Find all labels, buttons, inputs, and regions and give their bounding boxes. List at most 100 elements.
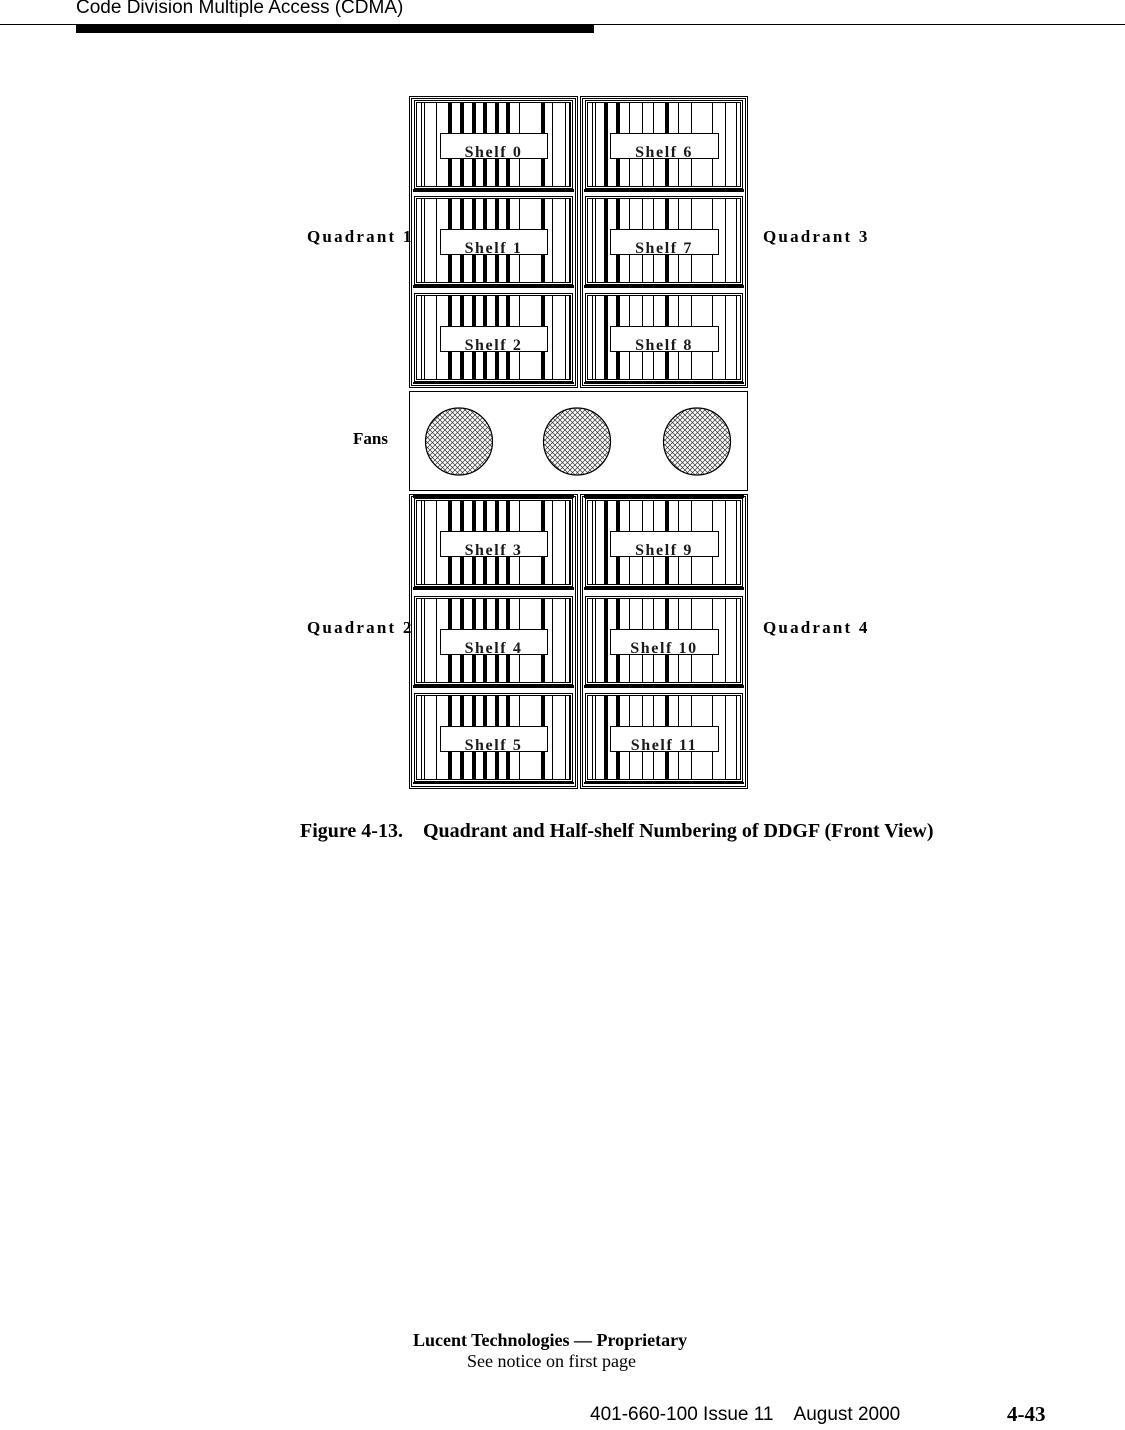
circuit-pack-slot [436,598,437,682]
circuit-pack-slot [595,295,596,379]
shelf-rail [584,189,744,192]
circuit-pack-slot [595,695,596,779]
circuit-pack-slot [604,295,608,379]
circuit-pack-slot [424,598,425,682]
circuit-pack-slot [725,295,726,379]
ddgf-front-view-figure: Shelf 0 Shelf 1 Shelf 2 Shelf 3 Shelf 4 Shelf… [307,96,870,789]
quadrant-3-label: Quadrant 3 [763,227,870,246]
circuit-pack-slot [592,102,593,186]
shelf-label: Shelf 7 [635,240,693,257]
shelf-label: Shelf 6 [635,144,693,161]
circuit-pack-slot [569,598,570,682]
figure-caption: Figure 4-13. Quadrant and Half-shelf Num… [300,820,934,842]
footer-notice: See notice on first page [467,1351,636,1371]
circuit-pack-slot [725,102,726,186]
circuit-pack-slot [604,102,608,186]
circuit-pack-slot [725,598,726,682]
circuit-pack-slot [725,695,726,779]
circuit-pack-slot [740,500,741,584]
shelf-label: Shelf 3 [465,542,523,559]
quadrant-4-label: Quadrant 4 [763,618,870,637]
circuit-pack-slot [436,102,437,186]
circuit-pack-slot [592,695,593,779]
circuit-pack-slot [552,695,553,779]
circuit-pack-slot [552,295,553,379]
circuit-pack-slot [740,695,741,779]
circuit-pack-slot [565,598,566,682]
circuit-pack-slot [740,102,741,186]
circuit-pack-slot [421,198,422,282]
circuit-pack-slot [592,598,593,682]
circuit-pack-slot [565,295,566,379]
circuit-pack-slot [569,102,570,186]
shelf-rail [584,685,744,688]
circuit-pack-slot [421,695,422,779]
circuit-pack-slot [565,695,566,779]
circuit-pack-slot [565,500,566,584]
circuit-pack-slot [740,295,741,379]
circuit-pack-slot [604,695,608,779]
circuit-pack-slot [592,500,593,584]
circuit-pack-slot [565,198,566,282]
circuit-pack-slot [604,598,608,682]
fan-icon [424,407,494,476]
circuit-pack-slot [424,295,425,379]
shelf-rail [413,495,574,498]
shelf-label: Shelf 8 [635,337,693,354]
circuit-pack-slot [552,598,553,682]
shelf-label: Shelf 11 [631,737,698,754]
circuit-pack-slot [740,198,741,282]
circuit-pack-slot [595,102,596,186]
circuit-pack-slot [736,500,737,584]
circuit-pack-slot [736,598,737,682]
footer-proprietary: Lucent Technologies — Proprietary [413,1330,688,1350]
quadrant-1-label: Quadrant 1 [307,227,414,246]
circuit-pack-slot [592,295,593,379]
shelf-rail [584,782,744,784]
shelf-label: Shelf 0 [465,144,523,161]
circuit-pack-slot [436,295,437,379]
circuit-pack-slot [436,198,437,282]
quadrant-2-label: Quadrant 2 [307,618,414,637]
fan-icon [662,407,732,476]
circuit-pack-slot [424,102,425,186]
circuit-pack-slot [569,695,570,779]
circuit-pack-slot [595,598,596,682]
circuit-pack-slot [436,500,437,584]
circuit-pack-slot [740,598,741,682]
circuit-pack-slot [436,695,437,779]
circuit-pack-slot [595,500,596,584]
circuit-pack-slot [725,198,726,282]
shelf-rail [584,587,744,590]
circuit-pack-slot [725,500,726,584]
shelf-label: Shelf 2 [465,337,523,354]
circuit-pack-slot [736,695,737,779]
shelf-rail [413,685,574,688]
circuit-pack-slot [569,198,570,282]
circuit-pack-slot [552,102,553,186]
circuit-pack-slot [552,198,553,282]
circuit-pack-slot [421,102,422,186]
circuit-pack-slot [569,500,570,584]
shelf-rail [413,285,574,288]
circuit-pack-slot [565,102,566,186]
shelf-rail [413,189,574,192]
shelf-label: Shelf 1 [465,240,523,257]
shelf-rail [413,782,574,784]
circuit-pack-slot [736,198,737,282]
fan-icon [542,407,612,476]
circuit-pack-slot [421,598,422,682]
circuit-pack-slot [424,695,425,779]
circuit-pack-slot [424,198,425,282]
shelf-rail [584,382,744,384]
circuit-pack-slot [552,500,553,584]
circuit-pack-slot [604,500,608,584]
shelf-label: Shelf 5 [465,737,523,754]
shelf-rail [413,587,574,590]
circuit-pack-slot [592,198,593,282]
shelf-rail [584,285,744,288]
circuit-pack-slot [421,295,422,379]
circuit-pack-slot [604,198,608,282]
circuit-pack-slot [736,102,737,186]
footer-doc-info: 401-660-100 Issue 11 August 2000 [590,1404,901,1425]
